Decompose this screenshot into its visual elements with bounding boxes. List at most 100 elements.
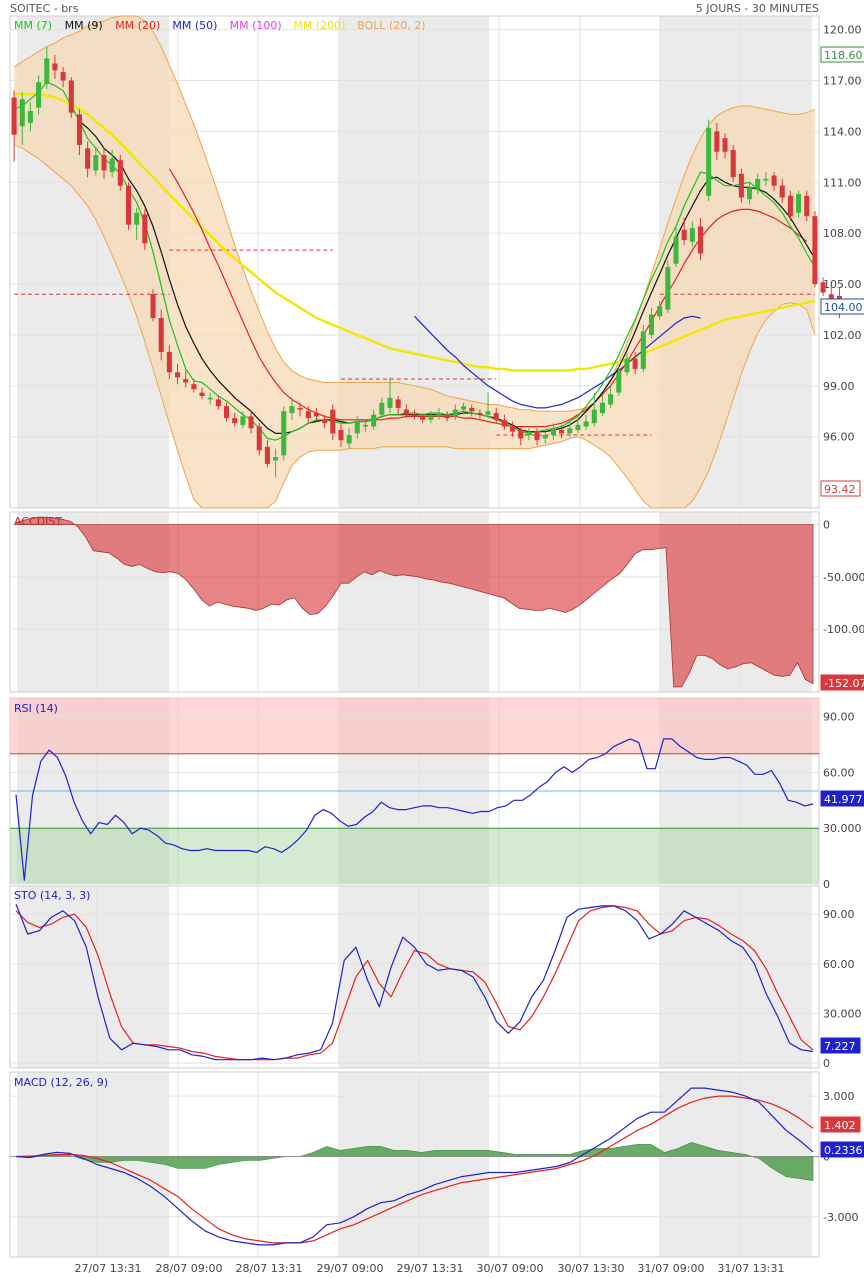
candle-body (616, 372, 622, 393)
candle-body (27, 111, 33, 123)
chart-root: SOITEC - brs 5 JOURS - 30 MINUTES 96.00 9… (0, 0, 864, 1278)
candle-body (518, 429, 524, 439)
macd-title: MACD (12, 26, 9) (14, 1076, 108, 1089)
candle-body (395, 399, 401, 408)
candle-body (534, 431, 540, 441)
price-last-badge: 104.00 (824, 301, 863, 314)
candle-body (771, 175, 777, 186)
x-tick-label: 28/07 13:31 (236, 1262, 303, 1275)
legend-item: MM (100) (230, 19, 282, 32)
candle-body (379, 402, 385, 415)
candle-body (681, 229, 687, 240)
candle-body (297, 407, 303, 410)
candle-body (542, 435, 548, 439)
x-tick-label: 30/07 09:00 (477, 1262, 544, 1275)
price-y-tick-label: 111.00 (823, 176, 862, 189)
candle-body (796, 194, 802, 213)
candle-body (264, 446, 270, 464)
rsi-y-tick-label: 0 (823, 878, 830, 891)
candle-body (19, 99, 25, 127)
candle-body (501, 419, 507, 427)
sto-y-tick-label: 90.00 (823, 908, 855, 921)
price-y-tick-label: 102.00 (823, 329, 862, 342)
price-y-tick-label: 117.00 (823, 74, 862, 87)
candle-body (648, 314, 655, 335)
price-y-tick-label: 108.00 (823, 227, 862, 240)
candle-body (460, 406, 467, 410)
candle-body (747, 187, 753, 200)
legend-item: MM (9) (65, 19, 103, 32)
rsi-y-tick-label: 30.000 (823, 822, 862, 835)
candle-body (673, 236, 679, 264)
candle-body (289, 406, 295, 413)
candle-body (722, 138, 728, 152)
candle-body (591, 409, 597, 424)
x-tick-label: 30/07 13:30 (558, 1262, 625, 1275)
candle-body (787, 195, 793, 217)
candle-body (338, 429, 344, 441)
candle-body (632, 358, 638, 369)
legend-item: BOLL (20, 2) (357, 19, 425, 32)
price-y-tick-label: 99.00 (823, 380, 855, 393)
candle-body (248, 416, 254, 429)
candle-body (763, 178, 769, 181)
candle-body (346, 435, 352, 444)
candle-body (583, 421, 589, 427)
rsi-overbought-zone (10, 698, 819, 754)
candle-body (469, 407, 475, 412)
candle-body (166, 351, 172, 373)
price-y-tick-label: 114.00 (823, 125, 862, 138)
price-low-badge: 93.42 (824, 483, 856, 496)
candle-body (134, 212, 140, 225)
candle-body (706, 127, 712, 196)
candle-body (779, 185, 785, 198)
candle-body (313, 412, 319, 417)
candle-body (444, 414, 450, 419)
candle-body (559, 429, 565, 434)
candle-body (109, 158, 115, 173)
sto-y-tick-label: 30.000 (823, 1007, 862, 1020)
candle-body (697, 226, 704, 254)
candle-body (281, 411, 287, 456)
candle-body (485, 411, 491, 415)
candle-body (191, 384, 197, 390)
candle-body (224, 406, 230, 419)
candle-body (232, 418, 238, 424)
candle-body (322, 419, 328, 424)
candle-body (93, 155, 99, 171)
candle-body (330, 409, 336, 434)
candle-body (575, 424, 581, 430)
candle-body (273, 457, 279, 461)
candle-body (420, 416, 426, 420)
candle-body (477, 412, 483, 415)
x-tick-label: 29/07 09:00 (317, 1262, 384, 1275)
candle-body (657, 306, 663, 317)
candle-body (436, 412, 442, 417)
candle-body (403, 409, 409, 415)
x-tick-label: 31/07 13:31 (718, 1262, 785, 1275)
rsi-value-badge: 41.977 (824, 793, 863, 806)
candle-body (411, 414, 418, 417)
chart-canvas: 96.00 99.00 102.00 105.00 108.00 111.00 114.00… (9, 15, 864, 1275)
candle-body (599, 402, 605, 413)
candle-body (256, 426, 262, 451)
candle-body (354, 421, 360, 434)
price-high-badge: 118.60 (824, 49, 863, 62)
sto-value-badge: 7.227 (824, 1040, 856, 1053)
candle-body (510, 426, 516, 432)
candle-body (738, 173, 744, 198)
candle-body (428, 416, 434, 420)
candle-body (550, 428, 556, 436)
candle-body (101, 155, 107, 171)
candle-body (812, 216, 818, 285)
candle-body (452, 409, 458, 417)
macd-y-tick-label: 3.000 (823, 1090, 855, 1103)
candle-body (174, 372, 181, 378)
candle-body (199, 392, 205, 397)
candle-body (689, 228, 695, 242)
candle-body (142, 214, 148, 244)
candle-body (11, 97, 17, 135)
candle-body (305, 411, 311, 419)
x-tick-label: 27/07 13:31 (75, 1262, 142, 1275)
candle-body (526, 431, 532, 436)
